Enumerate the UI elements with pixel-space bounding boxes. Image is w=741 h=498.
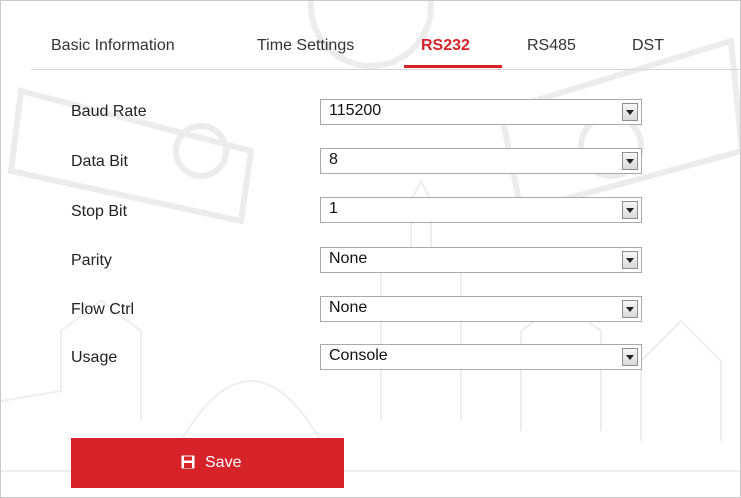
flow-ctrl-value: None xyxy=(329,299,368,316)
baud-rate-label: Baud Rate xyxy=(71,103,147,120)
tab-basic-information[interactable]: Basic Information xyxy=(51,37,175,55)
data-bit-label: Data Bit xyxy=(71,153,128,170)
chevron-down-icon[interactable] xyxy=(622,300,638,318)
chevron-down-icon[interactable] xyxy=(622,103,638,121)
tab-rs485[interactable]: RS485 xyxy=(527,37,576,55)
parity-label: Parity xyxy=(71,252,112,269)
chevron-down-icon[interactable] xyxy=(622,152,638,170)
tab-bar: Basic Information Time Settings RS232 RS… xyxy=(31,31,740,70)
save-button-label: Save xyxy=(205,454,242,471)
save-button[interactable]: Save xyxy=(71,438,344,488)
usage-value: Console xyxy=(329,347,388,364)
baud-rate-select[interactable]: 115200 xyxy=(320,99,642,125)
stop-bit-select[interactable]: 1 xyxy=(320,197,642,223)
floppy-disk-icon xyxy=(181,455,195,469)
active-tab-indicator xyxy=(404,65,502,68)
usage-label: Usage xyxy=(71,349,118,366)
stop-bit-value: 1 xyxy=(329,200,338,217)
tab-dst[interactable]: DST xyxy=(632,37,664,55)
tab-time-settings[interactable]: Time Settings xyxy=(257,37,354,55)
usage-select[interactable]: Console xyxy=(320,344,642,370)
data-bit-select[interactable]: 8 xyxy=(320,148,642,174)
flow-ctrl-label: Flow Ctrl xyxy=(71,301,135,318)
settings-panel: Basic Information Time Settings RS232 RS… xyxy=(0,0,741,498)
baud-rate-value: 115200 xyxy=(329,102,382,119)
data-bit-value: 8 xyxy=(329,151,338,168)
flow-ctrl-select[interactable]: None xyxy=(320,296,642,322)
tab-rs232[interactable]: RS232 xyxy=(421,37,470,55)
stop-bit-label: Stop Bit xyxy=(71,203,128,220)
chevron-down-icon[interactable] xyxy=(622,348,638,366)
chevron-down-icon[interactable] xyxy=(622,201,638,219)
parity-select[interactable]: None xyxy=(320,247,642,273)
chevron-down-icon[interactable] xyxy=(622,251,638,269)
parity-value: None xyxy=(329,250,368,267)
